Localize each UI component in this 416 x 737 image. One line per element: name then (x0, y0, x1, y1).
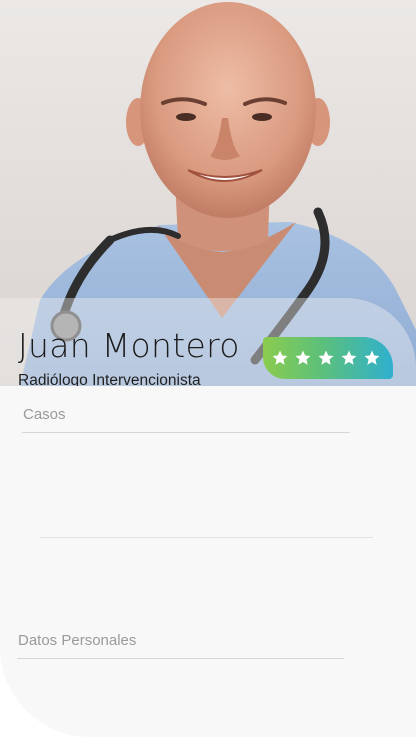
star-icon (272, 350, 288, 365)
star-icon (318, 350, 334, 365)
doctor-name: Juan Montero (18, 326, 240, 365)
cases-divider (22, 432, 350, 433)
personal-data-section-label: Datos Personales (18, 632, 137, 649)
rating-badge (263, 337, 393, 379)
star-icon (364, 350, 380, 365)
cases-section-label: Casos (23, 406, 66, 423)
star-icon (341, 350, 357, 365)
profile-details-card: Casos Datos Personales (0, 386, 416, 737)
cases-content-divider (40, 537, 373, 538)
personal-data-divider (17, 658, 344, 659)
star-icon (295, 350, 311, 365)
doctor-profile-screen: Juan Montero Radiólogo Intervencionista … (0, 0, 416, 737)
